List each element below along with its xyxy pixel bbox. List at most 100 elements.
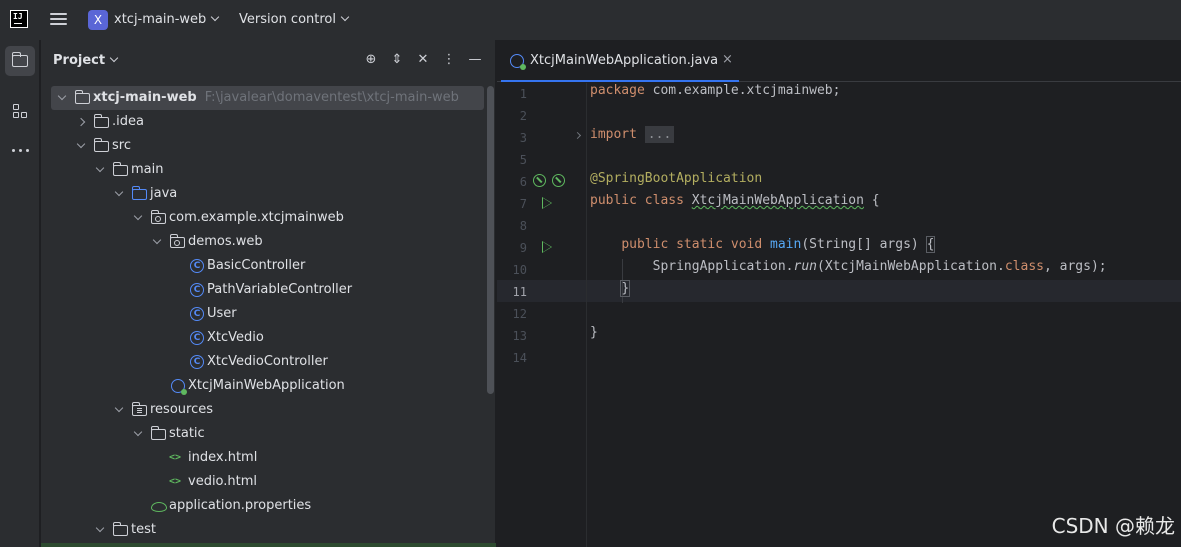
project-panel: Project ⊕ ⇕ ✕ ⋮ — xtcj-main-web F:\javale… [41, 40, 496, 547]
chevron-down-icon [109, 53, 119, 63]
folder-icon [112, 522, 128, 536]
spring-boot-class-icon [171, 379, 187, 395]
tree-item-label: index.html [188, 450, 258, 465]
project-badge-icon[interactable]: X [88, 10, 108, 30]
intellij-logo-icon[interactable]: IJ [10, 10, 28, 28]
tree-item-idea[interactable]: .idea [41, 110, 496, 134]
chevron-down-icon[interactable] [76, 134, 88, 158]
tree-item-label: User [207, 306, 237, 321]
folder-icon [112, 162, 128, 176]
chevron-right-icon[interactable] [78, 110, 90, 134]
project-selector[interactable]: xtcj-main-web [114, 12, 220, 27]
code-area[interactable]: 1 2 3 5 6 7 8 9 10 11 12 13 14 package c… [497, 83, 1181, 547]
tree-item-html[interactable]: <> vedio.html [41, 470, 496, 494]
editor-tab[interactable]: XtcjMainWebApplication.java × [501, 40, 739, 82]
line-number: 10 [512, 263, 527, 277]
line-number: 2 [519, 109, 527, 123]
run-icon[interactable] [542, 241, 552, 253]
folded-imports[interactable]: ... [644, 126, 675, 143]
project-panel-header: Project ⊕ ⇕ ✕ ⋮ — [41, 40, 496, 80]
tree-item-class[interactable]: C BasicController [41, 254, 496, 278]
code-line-3: import ... [590, 126, 675, 149]
tab-label: XtcjMainWebApplication.java [530, 53, 719, 68]
tree-item-java[interactable]: java [41, 182, 496, 206]
tree-item-properties[interactable]: application.properties [41, 494, 496, 518]
tree-item-label: application.properties [169, 498, 312, 513]
tree-item-src[interactable]: src [41, 134, 496, 158]
tree-item-class[interactable]: C PathVariableController [41, 278, 496, 302]
more-tools-button[interactable] [5, 136, 35, 166]
close-tab-icon[interactable]: × [722, 52, 733, 67]
tree-item-label: test [131, 522, 156, 537]
tree-item-package[interactable]: com.example.xtcjmainweb [41, 206, 496, 230]
chevron-down-icon[interactable] [114, 182, 126, 206]
tree-item-class[interactable]: C XtcVedio [41, 326, 496, 350]
fold-expand-icon[interactable] [573, 131, 582, 140]
tree-item-label: main [131, 162, 164, 177]
tree-item-resources[interactable]: resources [41, 398, 496, 422]
panel-bottom-strip [41, 543, 496, 547]
tree-item-root[interactable]: xtcj-main-web F:\javalear\domaventest\xtc… [51, 86, 484, 110]
line-number: 8 [519, 219, 527, 233]
chevron-down-icon[interactable] [133, 206, 145, 230]
tree-item-label: static [169, 426, 205, 441]
tree-item-label: xtcj-main-web [93, 90, 197, 105]
tree-item-label: BasicController [207, 258, 306, 273]
main-menu-icon[interactable] [50, 13, 67, 26]
line-number: 13 [512, 329, 527, 343]
chevron-down-icon[interactable] [152, 230, 164, 254]
locate-icon[interactable]: ⊕ [363, 52, 379, 68]
folder-icon [93, 114, 109, 128]
line-number: 3 [519, 131, 527, 145]
tree-item-label: XtcjMainWebApplication [188, 378, 345, 393]
bean-icon[interactable] [552, 174, 565, 187]
project-tool-button[interactable] [5, 46, 35, 76]
tree-item-main[interactable]: main [41, 158, 496, 182]
version-control-menu[interactable]: Version control [239, 12, 350, 27]
chevron-down-icon[interactable] [114, 398, 126, 422]
line-number: 7 [519, 197, 527, 211]
expand-all-icon[interactable]: ⇕ [389, 52, 405, 68]
chevron-down-icon[interactable] [133, 422, 145, 446]
tree-item-application-class[interactable]: XtcjMainWebApplication [41, 374, 496, 398]
line-number-current: 11 [512, 285, 527, 299]
line-number: 12 [512, 307, 527, 321]
code-line-7: public class XtcjMainWebApplication { [590, 193, 880, 208]
code-line-1: package com.example.xtcjmainweb; [590, 83, 841, 98]
tree-item-label: XtcVedio [207, 330, 264, 345]
package-icon [150, 210, 166, 224]
tree-item-label: resources [150, 402, 214, 417]
more-icon [12, 149, 30, 152]
editor-tab-bar: XtcjMainWebApplication.java × [497, 40, 1181, 82]
class-icon: C [190, 307, 204, 321]
class-icon: C [190, 355, 204, 369]
line-number: 5 [519, 153, 527, 167]
options-icon[interactable]: ⋮ [441, 52, 457, 68]
resources-folder-icon [131, 402, 147, 416]
line-number: 6 [519, 175, 527, 189]
tree-item-test[interactable]: test [41, 518, 496, 542]
tree-item-html[interactable]: <> index.html [41, 446, 496, 470]
tree-scrollbar[interactable] [487, 86, 494, 394]
tree-item-class[interactable]: C XtcVedioController [41, 350, 496, 374]
tree-item-label: com.example.xtcjmainweb [169, 210, 344, 225]
chevron-down-icon[interactable] [95, 518, 107, 542]
structure-tool-button[interactable] [5, 96, 35, 126]
tree-item-static[interactable]: static [41, 422, 496, 446]
code-line-11: } [620, 280, 631, 297]
chevron-down-icon[interactable] [95, 158, 107, 182]
tree-item-class[interactable]: C User [41, 302, 496, 326]
spring-boot-class-icon [510, 54, 526, 70]
tree-item-demos-web[interactable]: demos.web [41, 230, 496, 254]
module-path: F:\javalear\domaventest\xtcj-main-web [204, 90, 459, 105]
title-bar: IJ X xtcj-main-web Version control [0, 0, 1181, 40]
folder-icon [150, 426, 166, 440]
collapse-all-icon[interactable]: ✕ [415, 52, 431, 68]
code-editor: XtcjMainWebApplication.java × 1 2 3 5 6 … [497, 40, 1181, 547]
bean-icon[interactable] [533, 174, 546, 187]
hide-icon[interactable]: — [467, 52, 483, 68]
run-icon[interactable] [542, 197, 552, 209]
chevron-down-icon[interactable] [57, 86, 69, 110]
project-view-selector[interactable]: Project [53, 53, 119, 68]
code-line-13: } [590, 325, 598, 340]
